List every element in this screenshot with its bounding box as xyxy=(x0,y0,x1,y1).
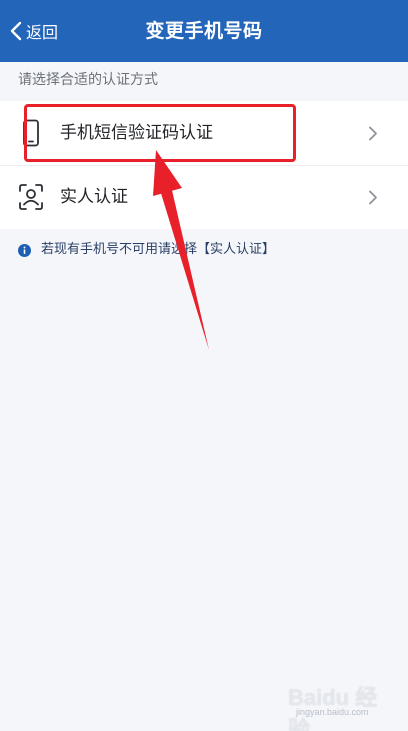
chevron-right-icon xyxy=(369,190,377,205)
info-icon xyxy=(18,243,31,257)
header-bar: 返回 变更手机号码 xyxy=(0,0,408,62)
face-scan-icon xyxy=(19,184,43,210)
watermark-url: jingyan.baidu.com xyxy=(296,707,369,717)
chevron-right-icon xyxy=(369,126,377,141)
section-prompt: 请选择合适的认证方式 xyxy=(18,72,158,88)
watermark: Baidu 经验 jingyan.baidu.com xyxy=(288,680,398,731)
real-person-verification-option[interactable]: 实人认证 xyxy=(0,165,408,229)
real-person-verification-label: 实人认证 xyxy=(60,187,128,207)
notice-text: 若现有手机号不可用请选择【实人认证】 xyxy=(41,242,276,257)
page-title: 变更手机号码 xyxy=(145,20,263,42)
annotation-highlight-box xyxy=(24,104,296,162)
page: 返回 变更手机号码 请选择合适的认证方式 手机短信验证码认证 实人认证 若现有手… xyxy=(0,0,408,731)
notice: 若现有手机号不可用请选择【实人认证】 xyxy=(18,241,275,259)
watermark-text: Baidu 经验 xyxy=(288,685,378,731)
